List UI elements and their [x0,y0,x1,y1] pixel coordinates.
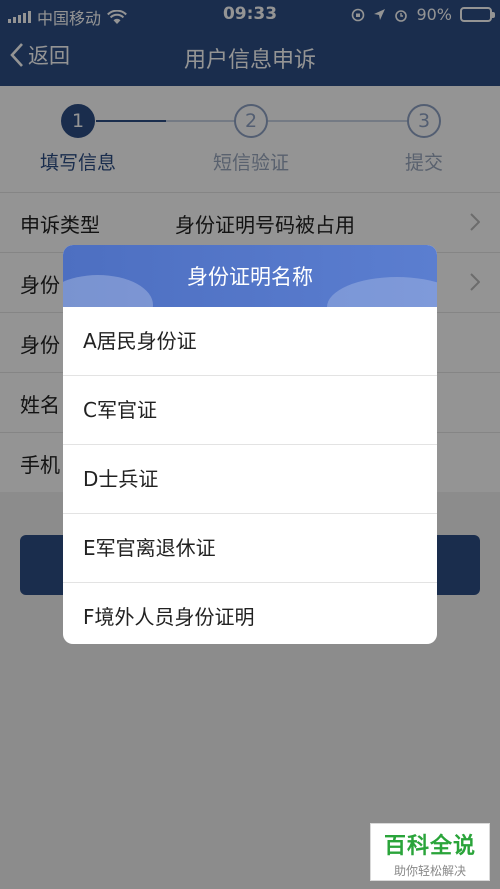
dialog-title: 身份证明名称 [187,265,313,289]
watermark-subtitle: 助你轻松解决 [393,864,466,878]
dialog-header: 身份证明名称 [63,245,437,307]
option-resident-id[interactable]: A居民身份证 [63,307,437,376]
watermark-title: 百科全说 [383,834,476,859]
id-type-picker-dialog: 身份证明名称 A居民身份证 C军官证 D士兵证 E军官离退休证 F境外人员身份证… [63,245,437,644]
watermark-logo: 百科全说 助你轻松解决 [370,823,490,881]
option-officer-id[interactable]: C军官证 [63,376,437,445]
option-retired-officer-id[interactable]: E军官离退休证 [63,514,437,583]
option-soldier-id[interactable]: D士兵证 [63,445,437,514]
option-foreigner-id[interactable]: F境外人员身份证明 [63,583,437,644]
